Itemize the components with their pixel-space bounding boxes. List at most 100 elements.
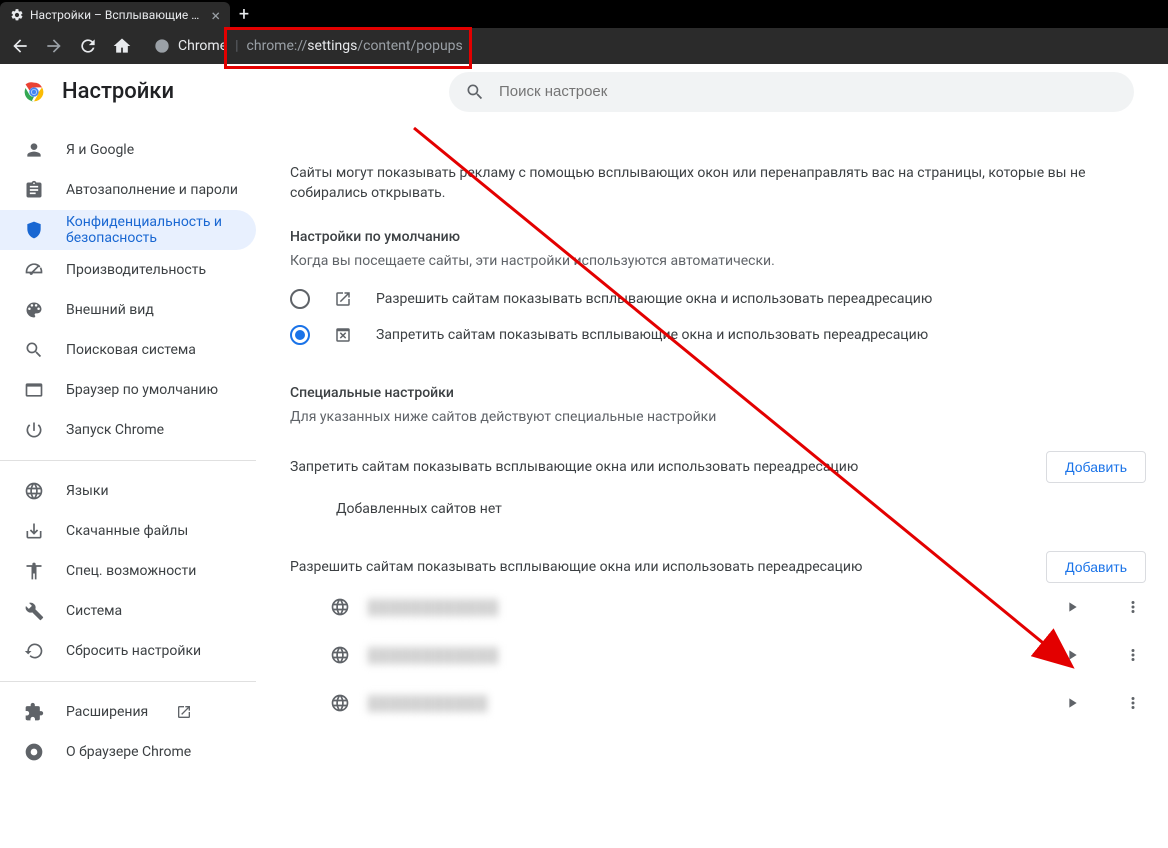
chrome-logo-icon xyxy=(20,78,48,106)
sidebar-item-label: Система xyxy=(66,603,122,619)
assignment-icon xyxy=(24,180,44,200)
browser-tab[interactable]: Настройки – Всплывающие окна × xyxy=(0,2,230,28)
radio-allow[interactable] xyxy=(290,289,310,309)
sidebar-item-label: Скачанные файлы xyxy=(66,523,188,539)
block-list-header: Запретить сайтам показывать всплывающие … xyxy=(290,451,1146,483)
page-title: Настройки xyxy=(62,79,174,104)
allow-list-title: Разрешить сайтам показывать всплывающие … xyxy=(290,559,1046,575)
sidebar-separator xyxy=(0,681,256,682)
radio-allow-row[interactable]: Разрешить сайтам показывать всплывающие … xyxy=(290,281,1146,317)
radio-block-row[interactable]: Запретить сайтам показывать всплывающие … xyxy=(290,317,1146,353)
custom-subtext: Для указанных ниже сайтов действуют спец… xyxy=(290,409,1146,425)
sidebar-item-label: Конфиденциальность и безопасность xyxy=(66,214,256,246)
radio-allow-label: Разрешить сайтам показывать всплывающие … xyxy=(376,291,932,307)
popup-allow-icon xyxy=(334,290,352,308)
globe-icon xyxy=(330,645,350,665)
site-row[interactable]: ████████████ xyxy=(290,583,1146,631)
sidebar-item[interactable]: Поисковая система xyxy=(0,330,256,370)
globe-icon xyxy=(24,481,44,501)
search-icon xyxy=(465,82,485,102)
reset-icon xyxy=(24,641,44,661)
sidebar-item[interactable]: Языки xyxy=(0,471,256,511)
omnibox[interactable]: Chrome | chrome://settings/content/popup… xyxy=(144,32,1160,60)
kebab-menu-icon[interactable] xyxy=(1124,694,1142,712)
shield-icon xyxy=(24,220,44,240)
add-block-site-button[interactable]: Добавить xyxy=(1046,451,1146,483)
sidebar-item[interactable]: Конфиденциальность и безопасность xyxy=(0,210,256,250)
radio-block-label: Запретить сайтам показывать всплывающие … xyxy=(376,327,928,343)
new-tab-button[interactable]: + xyxy=(230,0,258,28)
content: Сайты могут показывать рекламу с помощью… xyxy=(260,120,1160,782)
sidebar: Я и Google Автозаполнение и пароли Конфиде… xyxy=(0,120,260,782)
sidebar-item-label: Расширения xyxy=(66,704,148,720)
sidebar-item[interactable]: Спец. возможности xyxy=(0,551,256,591)
settings-search[interactable] xyxy=(449,72,1134,112)
expand-icon[interactable] xyxy=(1064,647,1080,663)
sidebar-item[interactable]: Браузер по умолчанию xyxy=(0,370,256,410)
kebab-menu-icon[interactable] xyxy=(1124,646,1142,664)
site-row[interactable]: ███████████ xyxy=(290,679,1146,727)
expand-icon[interactable] xyxy=(1064,695,1080,711)
download-icon xyxy=(24,521,44,541)
window-icon xyxy=(24,380,44,400)
block-list-empty: Добавленных сайтов нет xyxy=(290,483,1146,517)
sidebar-item-label: Сбросить настройки xyxy=(66,643,201,659)
external-link-icon xyxy=(176,704,192,720)
app-header: Настройки xyxy=(0,64,1168,120)
tab-close-icon[interactable]: × xyxy=(211,6,220,25)
sidebar-item-label: Поисковая система xyxy=(66,342,196,358)
search-icon xyxy=(24,340,44,360)
sidebar-item[interactable]: Производительность xyxy=(0,250,256,290)
chrome-icon xyxy=(154,38,170,54)
sidebar-item-label: Я и Google xyxy=(66,142,134,158)
back-button[interactable] xyxy=(8,34,32,58)
kebab-menu-icon[interactable] xyxy=(1124,598,1142,616)
sidebar-item-label: Внешний вид xyxy=(66,302,154,318)
speed-icon xyxy=(24,260,44,280)
chrome-icon xyxy=(24,742,44,762)
block-list-title: Запретить сайтам показывать всплывающие … xyxy=(290,459,1046,475)
settings-search-input[interactable] xyxy=(499,83,1118,100)
intro-text: Сайты могут показывать рекламу с помощью… xyxy=(290,164,1146,203)
allow-list-header: Разрешить сайтам показывать всплывающие … xyxy=(290,551,1146,583)
sidebar-item[interactable]: Внешний вид xyxy=(0,290,256,330)
palette-icon xyxy=(24,300,44,320)
add-allow-site-button[interactable]: Добавить xyxy=(1046,551,1146,583)
sidebar-item-label: Автозаполнение и пароли xyxy=(66,182,238,198)
titlebar: Настройки – Всплывающие окна × + xyxy=(0,0,1168,28)
reload-button[interactable] xyxy=(76,34,100,58)
sidebar-item[interactable]: Запуск Chrome xyxy=(0,410,256,450)
site-url: ████████████ xyxy=(368,599,499,616)
tab-title: Настройки – Всплывающие окна xyxy=(30,8,205,22)
sidebar-item-label: Производительность xyxy=(66,262,206,278)
sidebar-item[interactable]: Сбросить настройки xyxy=(0,631,256,671)
home-button[interactable] xyxy=(110,34,134,58)
power-icon xyxy=(24,420,44,440)
globe-icon xyxy=(330,693,350,713)
sidebar-item[interactable]: Расширения xyxy=(0,692,256,732)
toolbar: Chrome | chrome://settings/content/popup… xyxy=(0,28,1168,64)
omnibox-chip: Chrome xyxy=(178,38,227,54)
site-row[interactable]: ████████████ xyxy=(290,631,1146,679)
person-icon xyxy=(24,140,44,160)
sidebar-item[interactable]: Автозаполнение и пароли xyxy=(0,170,256,210)
extension-icon xyxy=(24,702,44,722)
sidebar-item-label: О браузере Chrome xyxy=(66,744,191,760)
sidebar-item[interactable]: О браузере Chrome xyxy=(0,732,256,772)
accessibility-icon xyxy=(24,561,44,581)
sidebar-item[interactable]: Я и Google xyxy=(0,130,256,170)
sidebar-item-label: Языки xyxy=(66,483,109,499)
sidebar-item[interactable]: Скачанные файлы xyxy=(0,511,256,551)
forward-button[interactable] xyxy=(42,34,66,58)
site-url: ████████████ xyxy=(368,647,499,664)
defaults-heading: Настройки по умолчанию xyxy=(290,229,1146,245)
defaults-subtext: Когда вы посещаете сайты, эти настройки … xyxy=(290,253,1146,269)
radio-block[interactable] xyxy=(290,325,310,345)
globe-icon xyxy=(330,597,350,617)
expand-icon[interactable] xyxy=(1064,599,1080,615)
site-url: ███████████ xyxy=(368,695,488,712)
sidebar-separator xyxy=(0,460,256,461)
sidebar-item[interactable]: Система xyxy=(0,591,256,631)
custom-heading: Специальные настройки xyxy=(290,385,1146,401)
settings-icon xyxy=(10,8,24,22)
